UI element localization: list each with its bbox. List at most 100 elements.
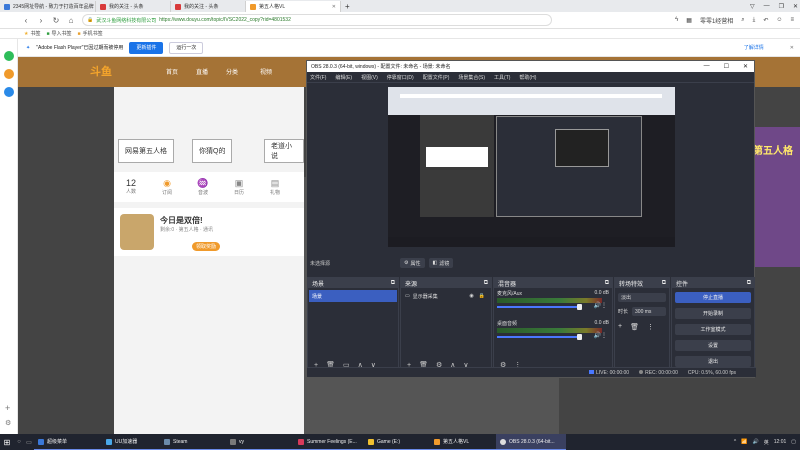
user-icon[interactable]: ☺ — [776, 17, 782, 23]
forward-icon[interactable]: › — [37, 16, 45, 25]
search-box[interactable]: 零零1经营相 — [700, 16, 733, 25]
undock-icon[interactable]: ⧉ — [662, 280, 666, 287]
hot-tag[interactable]: 网易第五人格 — [118, 139, 174, 163]
lock-icon[interactable]: 🔒 — [479, 293, 485, 299]
taskbar-item[interactable]: 超级菜单 — [34, 434, 102, 450]
eye-icon[interactable]: ◉ — [469, 293, 473, 299]
nav-item-video[interactable]: 视频 — [260, 67, 272, 76]
taskbar-item-active[interactable]: OBS 28.0.3 (64-bit... — [496, 434, 566, 450]
maximize-icon[interactable]: ☐ — [724, 63, 729, 70]
start-recording-button[interactable]: 开始录制 — [675, 308, 751, 319]
menu-scene-collection[interactable]: 场景集合(S) — [458, 74, 485, 81]
browser-tab[interactable]: 2345网址导航 - 致力于打造百年品牌 — [0, 1, 96, 12]
undock-icon[interactable]: ⧉ — [605, 280, 609, 287]
undock-icon[interactable]: ⧉ — [484, 280, 488, 287]
scene-item[interactable]: 场景 — [309, 290, 397, 302]
undo-icon[interactable]: ↶ — [763, 17, 768, 24]
stat-item[interactable]: ▤ 礼物 — [262, 178, 288, 196]
menu-profile[interactable]: 配置文件(P) — [423, 74, 450, 81]
network-icon[interactable]: 📶 — [741, 439, 747, 445]
run-once-button[interactable]: 运行一次 — [169, 41, 204, 54]
menu-file[interactable]: 文件(F) — [310, 74, 326, 81]
app-icon[interactable] — [4, 87, 14, 97]
tray-expand-icon[interactable]: ^ — [734, 439, 736, 445]
transition-select[interactable]: 淡出 — [618, 293, 666, 302]
speaker-icon[interactable]: 🔊⋮ — [594, 302, 607, 309]
nav-item-home[interactable]: 首页 — [166, 67, 178, 76]
trash-icon[interactable]: 🗑 — [630, 323, 639, 331]
nav-item-category[interactable]: 分类 — [226, 67, 238, 76]
bookmark-item[interactable]: ■ 导入书签 — [47, 30, 72, 38]
settings-icon[interactable]: ⚙ — [5, 419, 11, 427]
game-icon[interactable] — [4, 69, 14, 79]
menu-docks[interactable]: 停靠窗口(D) — [387, 74, 414, 81]
notification-icon[interactable]: ▢ — [791, 439, 796, 445]
dropdown-icon[interactable]: ▽ — [750, 3, 755, 10]
taskbar-item[interactable]: Game (E:) — [364, 434, 430, 450]
speaker-icon[interactable]: 🔊⋮ — [594, 332, 607, 339]
close-icon[interactable]: ✕ — [793, 3, 798, 10]
taskbar-item[interactable]: Summer Feelings (E... — [294, 434, 364, 450]
browser-tab[interactable]: 我的关注 - 头条 — [171, 1, 246, 12]
lightning-icon[interactable]: ϟ — [675, 17, 678, 23]
bookmark-item[interactable]: ★ 书签 — [24, 30, 41, 38]
taskbar-item[interactable]: UU加速器 — [102, 434, 160, 450]
stat-item[interactable]: ▣ 日历 — [226, 178, 252, 196]
task-view-icon[interactable]: ▭ — [24, 434, 34, 450]
wechat-icon[interactable] — [4, 51, 14, 61]
minimize-icon[interactable]: — — [764, 3, 770, 9]
maximize-icon[interactable]: ❐ — [779, 3, 784, 10]
bookmark-item[interactable]: ■ 手机书签 — [78, 30, 103, 38]
download-icon[interactable]: ⤓ — [753, 17, 756, 24]
volume-icon[interactable]: 🔊 — [753, 439, 759, 445]
tab-close-icon[interactable]: ✕ — [332, 4, 336, 10]
add-icon[interactable]: + — [5, 403, 10, 413]
properties-button[interactable]: ⚙ 属性 — [400, 258, 425, 268]
volume-slider[interactable] — [497, 306, 579, 308]
volume-slider-handle[interactable] — [577, 334, 582, 340]
browser-tab[interactable]: 我的关注 - 头条 — [96, 1, 171, 12]
stat-item[interactable]: 12 人数 — [118, 178, 144, 195]
start-button[interactable]: ⊞ — [0, 434, 14, 450]
claim-reward-button[interactable]: 领取奖励 — [192, 242, 221, 251]
update-plugin-button[interactable]: 更新插件 — [129, 41, 164, 54]
exit-button[interactable]: 退出 — [675, 356, 751, 367]
url-bar[interactable]: 🔒 武汉斗鱼网络科技有限公司 https://www.douyu.com/top… — [82, 14, 552, 26]
menu-edit[interactable]: 编辑(E) — [335, 74, 352, 81]
taskbar-item[interactable]: Steam — [160, 434, 226, 450]
taskbar-item[interactable]: 第五人格VL — [430, 434, 496, 450]
home-icon[interactable]: ⌂ — [67, 16, 75, 25]
settings-button[interactable]: 设置 — [675, 340, 751, 351]
menu-tools[interactable]: 工具(T) — [494, 74, 510, 81]
volume-slider[interactable] — [497, 336, 579, 338]
browser-tab-active[interactable]: 第五人格VL ✕ — [246, 1, 341, 12]
hot-tag[interactable]: 老道小说 — [264, 139, 304, 163]
menu-icon[interactable]: ≡ — [790, 17, 794, 23]
close-icon[interactable]: ✕ — [790, 45, 794, 51]
grid-icon[interactable]: ▦ — [686, 17, 692, 24]
search-icon[interactable]: ○ — [14, 434, 24, 450]
minimize-icon[interactable]: — — [704, 63, 710, 70]
undock-icon[interactable]: ⧉ — [391, 280, 395, 287]
stat-item[interactable]: ♒ 音波 — [190, 178, 216, 196]
nav-item-live[interactable]: 直播 — [196, 67, 208, 76]
stop-streaming-button[interactable]: 停止直播 — [675, 292, 751, 303]
new-tab-button[interactable]: + — [341, 1, 354, 12]
obs-preview[interactable] — [388, 87, 675, 247]
menu-view[interactable]: 视图(V) — [361, 74, 378, 81]
source-item[interactable]: ▭ 显示器采集 ◉ 🔒 — [402, 290, 490, 302]
volume-slider-handle[interactable] — [577, 304, 582, 310]
clock[interactable]: 12:01 — [774, 439, 787, 445]
stat-item[interactable]: ◉ 订阅 — [154, 178, 180, 196]
search-icon[interactable]: ⌕ — [741, 17, 744, 24]
taskbar-item[interactable]: vy — [226, 434, 294, 450]
back-icon[interactable]: ‹ — [22, 16, 30, 25]
learn-more-link[interactable]: 了解详情 — [744, 44, 764, 51]
site-logo[interactable]: 斗鱼 — [90, 63, 112, 79]
more-icon[interactable]: ⋮ — [647, 323, 654, 331]
undock-icon[interactable]: ⧉ — [747, 280, 751, 287]
add-icon[interactable]: + — [618, 323, 622, 330]
studio-mode-button[interactable]: 工作室模式 — [675, 324, 751, 335]
duration-input[interactable]: 300 ms — [632, 307, 666, 316]
reload-icon[interactable]: ↻ — [52, 16, 60, 25]
